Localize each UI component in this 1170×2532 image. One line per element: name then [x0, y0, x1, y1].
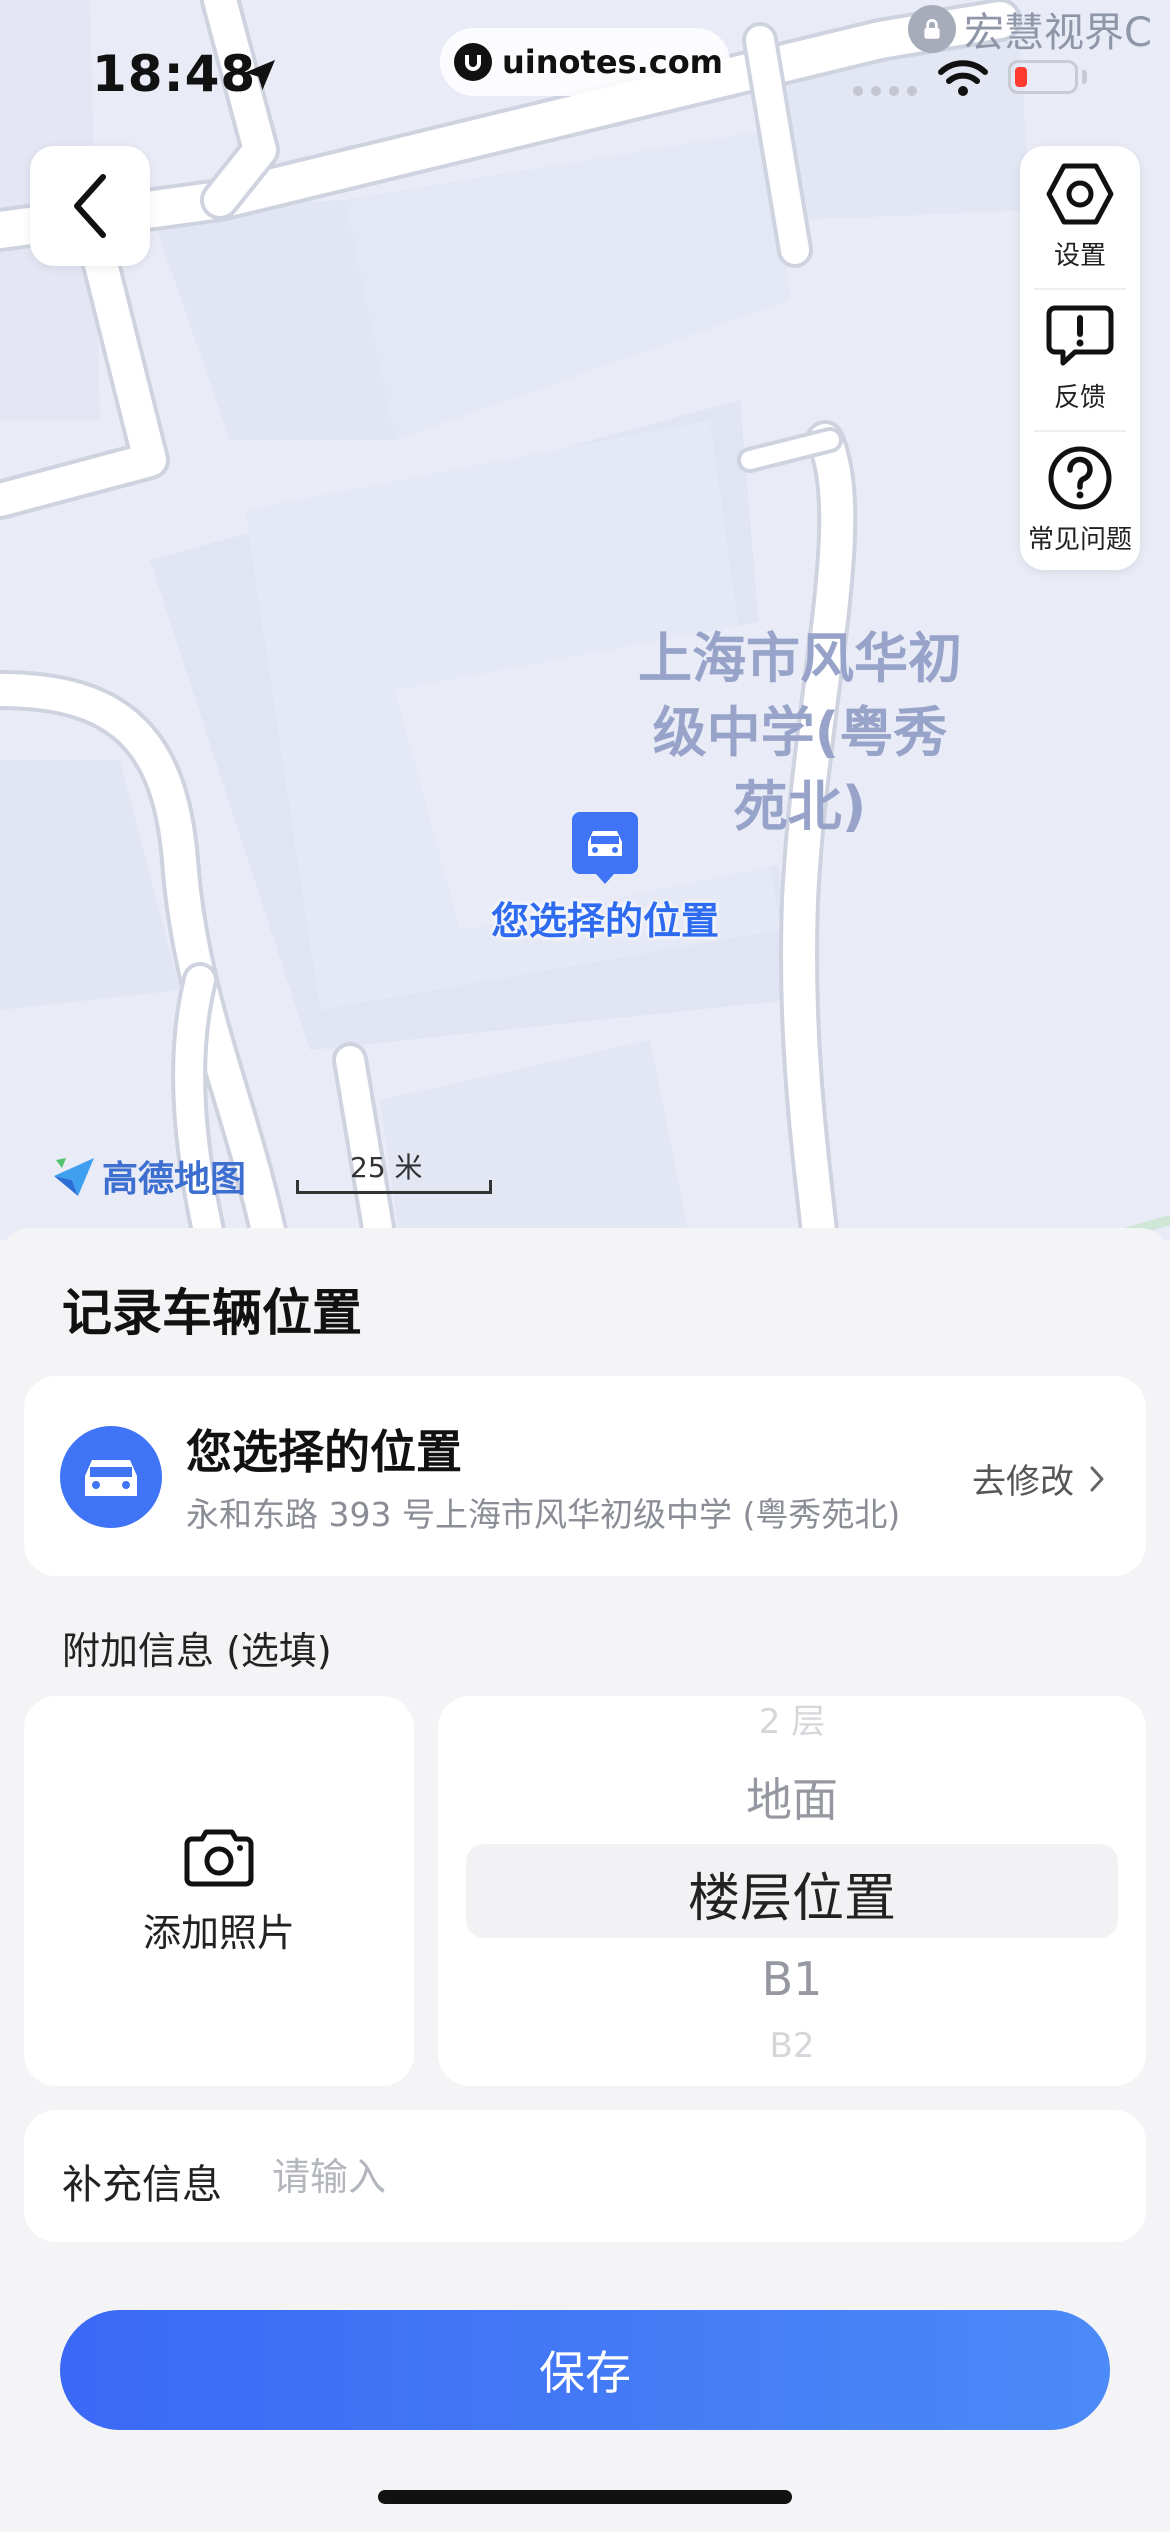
watermark: 宏慧视界C	[908, 0, 1152, 58]
bottom-sheet: 记录车辆位置 您选择的位置 永和东路 393 号上海市风华初级中学 (粤秀苑北)…	[0, 1228, 1170, 2532]
edit-location-label: 去修改	[972, 1462, 1074, 1502]
add-photo-button[interactable]: 添加照片	[24, 1696, 414, 2086]
floor-option[interactable]: B1	[438, 1952, 1146, 2006]
watermark-lock-icon	[908, 5, 956, 53]
tool-label: 设置	[1053, 240, 1106, 271]
status-bar: 18:48 uinotes.com 宏慧视界C	[0, 0, 1170, 140]
status-time: 18:48	[92, 45, 257, 103]
edit-location-link[interactable]: 去修改	[972, 1454, 1106, 1503]
url-text: uinotes.com	[502, 43, 724, 81]
tool-label: 常见问题	[1027, 524, 1132, 555]
save-button[interactable]: 保存	[60, 2310, 1110, 2430]
url-pill: uinotes.com	[440, 28, 730, 96]
add-photo-label: 添加照片	[142, 1910, 295, 1955]
battery-icon	[1008, 60, 1078, 94]
location-card[interactable]: 您选择的位置 永和东路 393 号上海市风华初级中学 (粤秀苑北) 去修改	[24, 1376, 1146, 1576]
wifi-icon	[938, 60, 988, 96]
location-arrow-icon	[245, 60, 275, 90]
settings-hexagon-icon	[1046, 163, 1114, 224]
chevron-right-icon	[1090, 1466, 1104, 1491]
amap-brand-text: 高德地图	[102, 1159, 247, 1200]
watermark-text: 宏慧视界C	[964, 10, 1152, 56]
tool-settings[interactable]: 设置	[1020, 146, 1140, 286]
tool-label: 反馈	[1053, 382, 1106, 413]
sheet-title: 记录车辆位置	[62, 1284, 362, 1342]
floor-option[interactable]: B2	[438, 2026, 1146, 2066]
car-icon	[85, 1460, 137, 1496]
back-button[interactable]	[30, 146, 150, 266]
note-input[interactable]	[270, 2138, 1114, 2216]
location-title: 您选择的位置	[186, 1425, 462, 1479]
note-label: 补充信息	[62, 2162, 222, 2208]
map-view[interactable]: 18:48 uinotes.com 宏慧视界C 设置 反馈 常见问题 上海市风华…	[0, 0, 1170, 1240]
map-tool-panel: 设置 反馈 常见问题	[1020, 146, 1140, 570]
note-card: 补充信息	[24, 2110, 1146, 2242]
camera-icon	[184, 1829, 254, 1886]
floor-option[interactable]: 2 层	[438, 1696, 1146, 1743]
battery-tip	[1082, 70, 1087, 84]
location-address: 永和东路 393 号上海市风华初级中学 (粤秀苑北)	[186, 1495, 901, 1534]
feedback-icon	[1046, 305, 1114, 365]
floor-picker[interactable]: 2 层 地面 楼层位置 B1 B2	[438, 1696, 1146, 2086]
amap-brand: 高德地图	[52, 1150, 246, 1202]
chevron-left-icon	[74, 174, 106, 238]
amap-logo-icon	[54, 1158, 94, 1196]
tool-faq[interactable]: 常见问题	[1020, 430, 1140, 570]
site-logo-icon	[454, 43, 492, 81]
question-icon	[1048, 446, 1112, 509]
pin-label: 您选择的位置	[490, 899, 719, 943]
car-avatar	[60, 1426, 162, 1528]
tool-feedback[interactable]: 反馈	[1020, 288, 1140, 428]
extra-info-label: 附加信息 (选填)	[62, 1629, 332, 1673]
map-roads	[0, 0, 1170, 1240]
floor-option-selected[interactable]: 楼层位置	[438, 1856, 1146, 1931]
map-scale-bar	[296, 1180, 492, 1194]
floor-option[interactable]: 地面	[438, 1764, 1146, 1830]
car-location-pin-icon[interactable]	[572, 812, 638, 884]
cellular-signal-icon	[853, 86, 917, 96]
map-poi-label: 上海市风华初级中学(粤秀苑北)	[638, 627, 962, 838]
home-indicator	[378, 2490, 792, 2504]
